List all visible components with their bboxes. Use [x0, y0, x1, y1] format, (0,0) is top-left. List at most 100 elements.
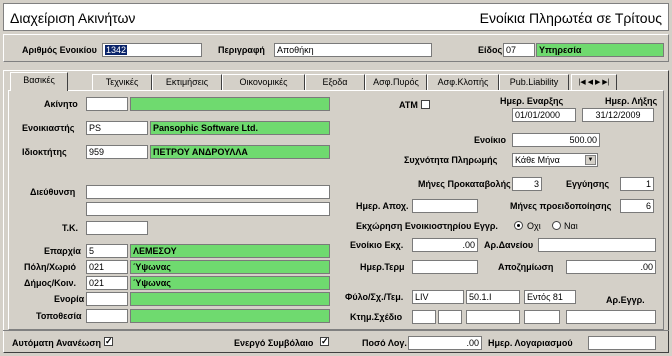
- tab-valuations[interactable]: Εκτιμήσεις: [152, 74, 222, 90]
- location-label: Τοποθεσία: [36, 311, 82, 321]
- app-window: Διαχείριση Ακινήτων Ενοίκια Πληρωτέα σε …: [0, 0, 672, 356]
- notice-months-label: Μήνες προειδοποίησης: [510, 201, 612, 211]
- payment-frequency-select[interactable]: Κάθε Μήνα ▼: [512, 153, 598, 167]
- parish-label: Ενορία: [54, 294, 85, 304]
- rent-label: Ενοίκιο: [474, 135, 507, 145]
- description-field[interactable]: Αποθήκη: [274, 43, 432, 57]
- advance-months-field[interactable]: 3: [512, 177, 542, 191]
- type-label: Είδος: [478, 45, 503, 55]
- registration-no-field[interactable]: [566, 310, 656, 324]
- tab-financial[interactable]: Οικονομικές: [222, 74, 305, 90]
- atm-checkbox[interactable]: [421, 100, 430, 109]
- location-code-field[interactable]: [86, 309, 128, 323]
- owner-label: Ιδιοκτήτης: [22, 147, 67, 157]
- withdraw-date-label: Ημερ. Αποχ.: [356, 201, 409, 211]
- owner-name-field: ΠΕΤΡΟΥ ΑΝΔΡΟΥΛΛΑ: [150, 145, 330, 159]
- screen-title: Ενοίκια Πληρωτέα σε Τρίτους: [479, 10, 662, 26]
- city-name-field: Ύψωνας: [130, 260, 330, 274]
- assignment-label: Εκχώρηση Ενοικιοστηρίου Εγγρ.: [356, 221, 498, 231]
- account-amount-label: Ποσό Λογ.: [362, 338, 407, 348]
- tenant-code-field[interactable]: PS: [86, 121, 148, 135]
- compensation-label: Αποζημίωση: [498, 262, 554, 272]
- postcode-field[interactable]: [86, 221, 148, 235]
- parish-name-field: [130, 292, 330, 306]
- tab-theft-insurance[interactable]: Ασφ.Κλοπής: [427, 74, 499, 90]
- rental-no-label: Αριθμός Ενοικίου: [22, 45, 97, 55]
- start-date-label: Ημερ. Εναρξης: [500, 96, 564, 106]
- cadastral-plan-field-2[interactable]: [438, 310, 462, 324]
- district-name-field: ΛΕΜΕΣΟΥ: [130, 244, 330, 258]
- cadastral-plan-field-4[interactable]: [524, 310, 560, 324]
- sheet-plan-plot-label: Φύλο/Σχ./Τεμ.: [345, 292, 404, 302]
- account-date-field[interactable]: [588, 336, 656, 350]
- address-line2-field[interactable]: [86, 202, 330, 216]
- tab-technical[interactable]: Τεχνικές: [92, 74, 152, 90]
- cadastral-plan-label: Κτημ.Σχέδιο: [350, 312, 403, 322]
- loan-number-field[interactable]: [538, 238, 656, 252]
- location-name-field: [130, 309, 330, 323]
- tab-fire-insurance[interactable]: Ασφ.Πυρός: [365, 74, 427, 90]
- district-label: Επαρχία: [44, 246, 81, 256]
- description-label: Περιγραφή: [218, 45, 265, 55]
- tenant-name-field: Pansophic Software Ltd.: [150, 121, 330, 135]
- tab-basic[interactable]: Βασικές: [10, 72, 68, 91]
- rental-no-field[interactable]: 1342: [102, 43, 202, 57]
- assignment-yes-radio[interactable]: [552, 221, 561, 230]
- compensation-field[interactable]: .00: [566, 260, 656, 274]
- assignment-yes-label: Ναι: [564, 221, 578, 231]
- termination-date-field[interactable]: [412, 260, 478, 274]
- start-date-field[interactable]: 01/01/2000: [512, 108, 576, 122]
- municipality-label: Δήμος/Κοιν.: [24, 278, 76, 288]
- cadastral-plan-field-3[interactable]: [466, 310, 520, 324]
- assignment-no-radio[interactable]: [514, 221, 523, 230]
- withdraw-date-field[interactable]: [412, 199, 478, 213]
- assignment-no-label: Οχι: [527, 221, 541, 231]
- tab-public-liability[interactable]: Pub.Liability: [499, 74, 569, 90]
- municipality-code-field[interactable]: 021: [86, 276, 128, 290]
- tab-expenses[interactable]: Εξοδα: [305, 74, 365, 90]
- active-contract-checkbox[interactable]: ✓: [320, 337, 329, 346]
- property-label: Ακίνητο: [44, 99, 78, 109]
- address-line1-field[interactable]: [86, 185, 330, 199]
- end-date-field[interactable]: 31/12/2009: [582, 108, 654, 122]
- notice-months-field[interactable]: 6: [620, 199, 654, 213]
- payment-frequency-label: Συχνότητα Πληρωμής: [404, 155, 498, 165]
- atm-label: ATM: [399, 100, 418, 110]
- guarantee-label: Εγγύησης: [566, 179, 610, 189]
- end-date-label: Ημερ. Λήξης: [605, 96, 658, 106]
- type-name-field: Υπηρεσία: [536, 43, 664, 57]
- postcode-label: Τ.Κ.: [62, 223, 79, 233]
- account-amount-field[interactable]: .00: [408, 336, 482, 350]
- app-title: Διαχείριση Ακινήτων: [10, 10, 136, 26]
- registration-no-label: Αρ.Εγγρ.: [606, 295, 645, 305]
- active-contract-label: Ενεργό Συμβόλαιο: [234, 338, 314, 348]
- account-date-label: Ημερ. Λογαριασμού: [488, 338, 573, 348]
- auto-renew-label: Αυτόματη Ανανέωση: [12, 338, 101, 348]
- chevron-down-icon[interactable]: ▼: [585, 155, 596, 165]
- city-code-field[interactable]: 021: [86, 260, 128, 274]
- district-code-field[interactable]: 5: [86, 244, 128, 258]
- tenant-label: Ενοικιαστής: [22, 123, 75, 133]
- rent-collected-field[interactable]: .00: [412, 238, 478, 252]
- tab-navigation[interactable]: |◀ ◀ ▶ ▶|: [571, 74, 617, 90]
- plan-field[interactable]: 50.1.I: [466, 290, 520, 304]
- city-label: Πόλη/Χωριό: [24, 262, 77, 272]
- plot-field[interactable]: Εντός 81: [524, 290, 576, 304]
- title-bar: Διαχείριση Ακινήτων Ενοίκια Πληρωτέα σε …: [3, 3, 669, 31]
- owner-code-field[interactable]: 959: [86, 145, 148, 159]
- address-label: Διεύθυνση: [30, 187, 76, 197]
- sheet-field[interactable]: LIV: [412, 290, 464, 304]
- guarantee-field[interactable]: 1: [620, 177, 654, 191]
- rent-collected-label: Ενοίκιο Εκχ.: [350, 240, 404, 250]
- advance-months-label: Μήνες Προκαταβολής: [418, 179, 511, 189]
- cadastral-plan-field-1[interactable]: [412, 310, 436, 324]
- type-code-field[interactable]: 07: [503, 43, 535, 57]
- loan-number-label: Αρ.Δανείου: [484, 240, 534, 250]
- termination-date-label: Ημερ.Τερμ: [360, 262, 405, 272]
- auto-renew-checkbox[interactable]: ✓: [104, 337, 113, 346]
- parish-code-field[interactable]: [86, 292, 128, 306]
- rent-field[interactable]: 500.00: [512, 133, 600, 147]
- property-name-field: [130, 97, 330, 111]
- property-code-field[interactable]: [86, 97, 128, 111]
- municipality-name-field: Ύψωνας: [130, 276, 330, 290]
